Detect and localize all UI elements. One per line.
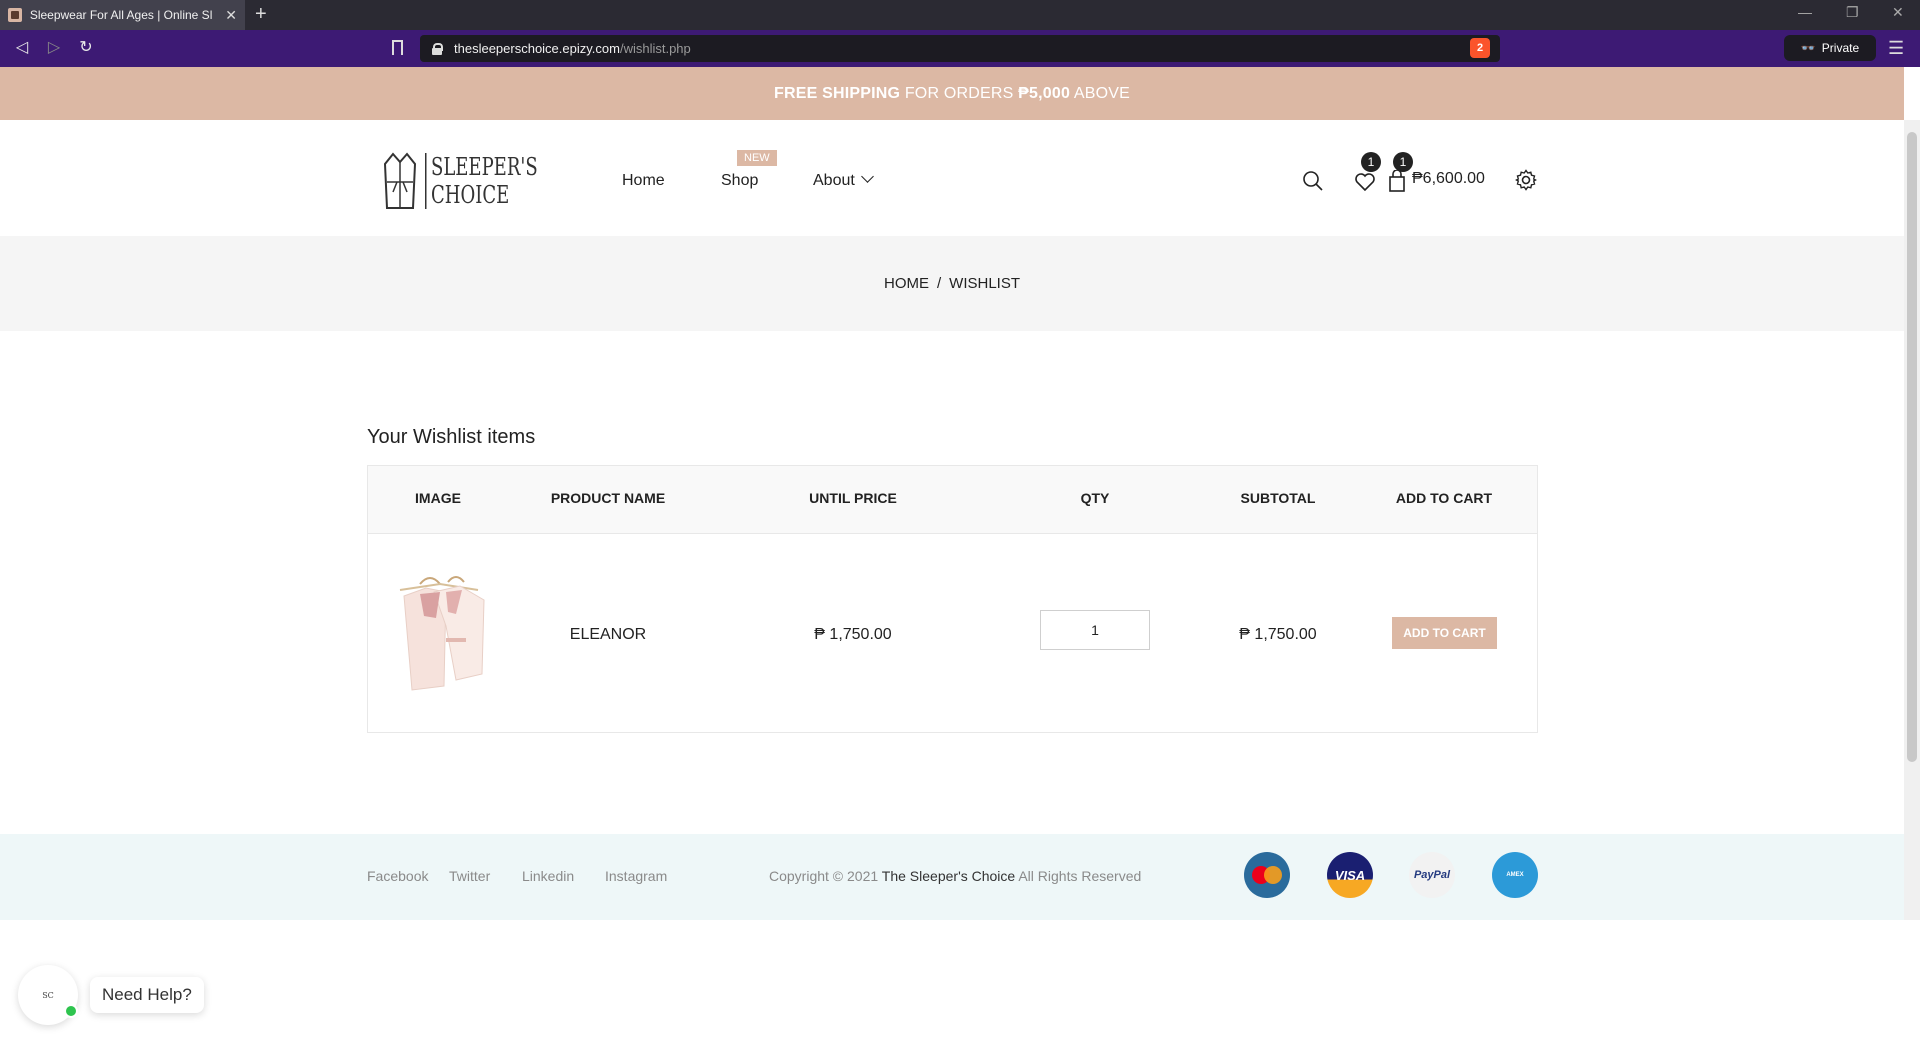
footer-link-linkedin[interactable]: Linkedin [522, 868, 574, 884]
site-header: SLEEPER'S CHOICE Home NEW Shop About 1 1… [0, 120, 1904, 236]
wishlist-table: IMAGE PRODUCT NAME UNTIL PRICE QTY SUBTO… [367, 465, 1538, 733]
tab-title: Sleepwear For All Ages | Online Sl [29, 8, 213, 22]
private-label: Private [1821, 41, 1860, 55]
page-content: FREE SHIPPING FOR ORDERS ₱5,000 ABOVE SL… [0, 67, 1904, 920]
cart-count-badge: 1 [1393, 152, 1413, 172]
breadcrumb: HOME / WISHLIST [0, 236, 1904, 331]
page-scrollbar[interactable] [1904, 120, 1920, 920]
copyright-text: Copyright © 2021 The Sleeper's Choice Al… [769, 868, 1141, 884]
visa-icon: VISA [1327, 852, 1373, 898]
col-product-name: PRODUCT NAME [550, 490, 666, 506]
shop-new-badge: NEW [737, 150, 777, 166]
bookmark-icon[interactable] [392, 40, 403, 55]
copyright-suffix: All Rights Reserved [1015, 868, 1142, 884]
robe-logo-icon [383, 152, 417, 209]
browser-toolbar: ◁ ▷ ↻ thesleeperschoice.epizy.com/wishli… [0, 30, 1920, 67]
cart-total[interactable]: ₱6,600.00 [1412, 170, 1485, 188]
footer-link-instagram[interactable]: Instagram [605, 868, 667, 884]
promo-amount: ₱5,000 [1018, 84, 1071, 102]
col-qty: QTY [1080, 490, 1110, 506]
online-status-dot [64, 1004, 78, 1018]
nav-home[interactable]: Home [622, 172, 665, 190]
chevron-down-icon [861, 170, 875, 183]
nav-about-label: About [813, 172, 855, 189]
logo-line-1: SLEEPER'S [431, 153, 538, 181]
copyright-brand[interactable]: The Sleeper's Choice [882, 868, 1015, 884]
address-bar[interactable]: thesleeperschoice.epizy.com/wishlist.php [420, 35, 1500, 62]
quantity-input[interactable]: 1 [1040, 610, 1150, 650]
wishlist-title: Your Wishlist items [367, 426, 536, 448]
paypal-icon: PayPal [1409, 852, 1455, 898]
footer-link-twitter[interactable]: Twitter [449, 868, 490, 884]
wishlist-table-header: IMAGE PRODUCT NAME UNTIL PRICE QTY SUBTO… [368, 466, 1537, 534]
nav-about[interactable]: About [813, 170, 875, 190]
tab-close-icon[interactable]: ✕ [225, 7, 237, 24]
wishlist-heart-icon[interactable] [1354, 172, 1376, 192]
browser-tab-bar: Sleepwear For All Ages | Online Sl ✕ + —… [0, 0, 1920, 30]
scrollbar-thumb[interactable] [1907, 132, 1917, 762]
col-unit-price: UNTIL PRICE [809, 490, 897, 506]
need-help-button[interactable]: Need Help? [90, 977, 204, 1013]
back-icon[interactable]: ◁ [12, 38, 32, 58]
minimize-icon[interactable]: — [1798, 4, 1812, 20]
private-glasses-icon: 👓 [1800, 41, 1816, 55]
footer-link-facebook[interactable]: Facebook [367, 868, 428, 884]
help-logo-icon: SC [42, 990, 54, 1000]
mastercard-icon [1244, 852, 1290, 898]
col-subtotal: SUBTOTAL [1240, 490, 1316, 506]
logo-line-2: CHOICE [431, 181, 510, 209]
site-logo[interactable]: SLEEPER'S CHOICE [383, 152, 575, 210]
promo-text-end: ABOVE [1070, 84, 1130, 102]
nav-shop[interactable]: Shop [721, 172, 758, 190]
lock-icon [432, 42, 443, 55]
new-tab-icon[interactable]: + [255, 3, 267, 25]
private-window-badge[interactable]: 👓 Private [1784, 35, 1876, 61]
breadcrumb-current: WISHLIST [949, 275, 1020, 292]
promo-text-mid: FOR ORDERS [900, 84, 1019, 102]
subtotal: ₱ 1,750.00 [1239, 626, 1317, 643]
copyright-prefix: Copyright © 2021 [769, 868, 882, 884]
cart-bag-icon[interactable] [1388, 170, 1406, 192]
wishlist-count-badge: 1 [1361, 152, 1381, 172]
add-to-cart-button[interactable]: ADD TO CART [1392, 617, 1497, 649]
breadcrumb-home[interactable]: HOME [884, 275, 929, 292]
url-path: /wishlist.php [619, 41, 691, 56]
restore-icon[interactable]: ❐ [1846, 4, 1859, 21]
col-add-to-cart: ADD TO CART [1395, 490, 1493, 506]
reload-icon[interactable]: ↻ [76, 38, 96, 58]
promo-free-shipping: FREE SHIPPING [774, 84, 901, 102]
search-icon[interactable] [1302, 170, 1324, 192]
browser-menu-icon[interactable]: ☰ [1888, 38, 1904, 59]
unit-price: ₱ 1,750.00 [814, 626, 892, 643]
promo-banner: FREE SHIPPING FOR ORDERS ₱5,000 ABOVE [0, 67, 1904, 120]
url-host: thesleeperschoice.epizy.com [454, 41, 620, 56]
logo-text: SLEEPER'S CHOICE [425, 153, 538, 209]
breadcrumb-separator: / [936, 275, 942, 292]
forward-icon[interactable]: ▷ [44, 38, 64, 58]
brave-shields-icon[interactable]: 2 [1470, 38, 1490, 58]
site-favicon-icon [8, 8, 22, 22]
product-image[interactable] [390, 566, 490, 698]
browser-tab-active[interactable]: Sleepwear For All Ages | Online Sl ✕ [0, 0, 245, 30]
product-name[interactable]: ELEANOR [518, 626, 698, 644]
site-footer: Facebook Twitter Linkedin Instagram Copy… [0, 834, 1904, 920]
amex-icon: AMEX [1492, 852, 1538, 898]
col-image: IMAGE [415, 490, 461, 506]
window-close-icon[interactable]: ✕ [1892, 4, 1904, 21]
settings-gear-icon[interactable] [1515, 169, 1537, 191]
